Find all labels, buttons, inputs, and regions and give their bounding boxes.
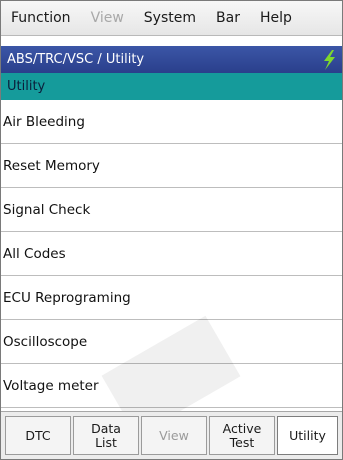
- menu-help[interactable]: Help: [250, 1, 302, 35]
- list-item-label: Oscilloscope: [3, 333, 88, 350]
- section-header: Utility: [1, 73, 342, 100]
- menu-bar[interactable]: Bar: [206, 1, 250, 35]
- list-item-label: Signal Check: [3, 201, 91, 218]
- list-item-label: Reset Memory: [3, 157, 100, 174]
- tab-active-test[interactable]: Active Test: [209, 416, 275, 455]
- breadcrumb: ABS/TRC/VSC / Utility: [7, 52, 145, 67]
- bottom-tab-bar: DTC Data List View Active Test Utility: [1, 411, 342, 459]
- list-item-oscilloscope[interactable]: Oscilloscope: [1, 320, 342, 364]
- tab-utility[interactable]: Utility: [277, 416, 338, 455]
- tab-data-list[interactable]: Data List: [73, 416, 139, 455]
- list-item-label: Air Bleeding: [3, 113, 85, 130]
- list-item-ecu-reprograming[interactable]: ECU Reprograming: [1, 276, 342, 320]
- lightning-icon: [324, 50, 335, 70]
- list-item-air-bleeding[interactable]: Air Bleeding: [1, 100, 342, 144]
- utility-list: Air Bleeding Reset Memory Signal Check A…: [1, 100, 342, 408]
- menu-function[interactable]: Function: [1, 1, 81, 35]
- tab-dtc[interactable]: DTC: [5, 416, 71, 455]
- menu-view[interactable]: View: [81, 1, 134, 35]
- breadcrumb-bar: ABS/TRC/VSC / Utility: [1, 46, 342, 73]
- list-item-all-codes[interactable]: All Codes: [1, 232, 342, 276]
- app-window: Function View System Bar Help ABS/TRC/VS…: [0, 0, 343, 460]
- section-title: Utility: [7, 79, 46, 94]
- list-item-voltage-meter[interactable]: Voltage meter: [1, 364, 342, 408]
- menu-bar: Function View System Bar Help: [1, 1, 342, 36]
- tab-view[interactable]: View: [141, 416, 207, 455]
- list-item-reset-memory[interactable]: Reset Memory: [1, 144, 342, 188]
- list-item-label: Voltage meter: [3, 377, 99, 394]
- list-item-signal-check[interactable]: Signal Check: [1, 188, 342, 232]
- list-item-label: All Codes: [3, 245, 66, 262]
- list-item-label: ECU Reprograming: [3, 289, 131, 306]
- menu-system[interactable]: System: [134, 1, 206, 35]
